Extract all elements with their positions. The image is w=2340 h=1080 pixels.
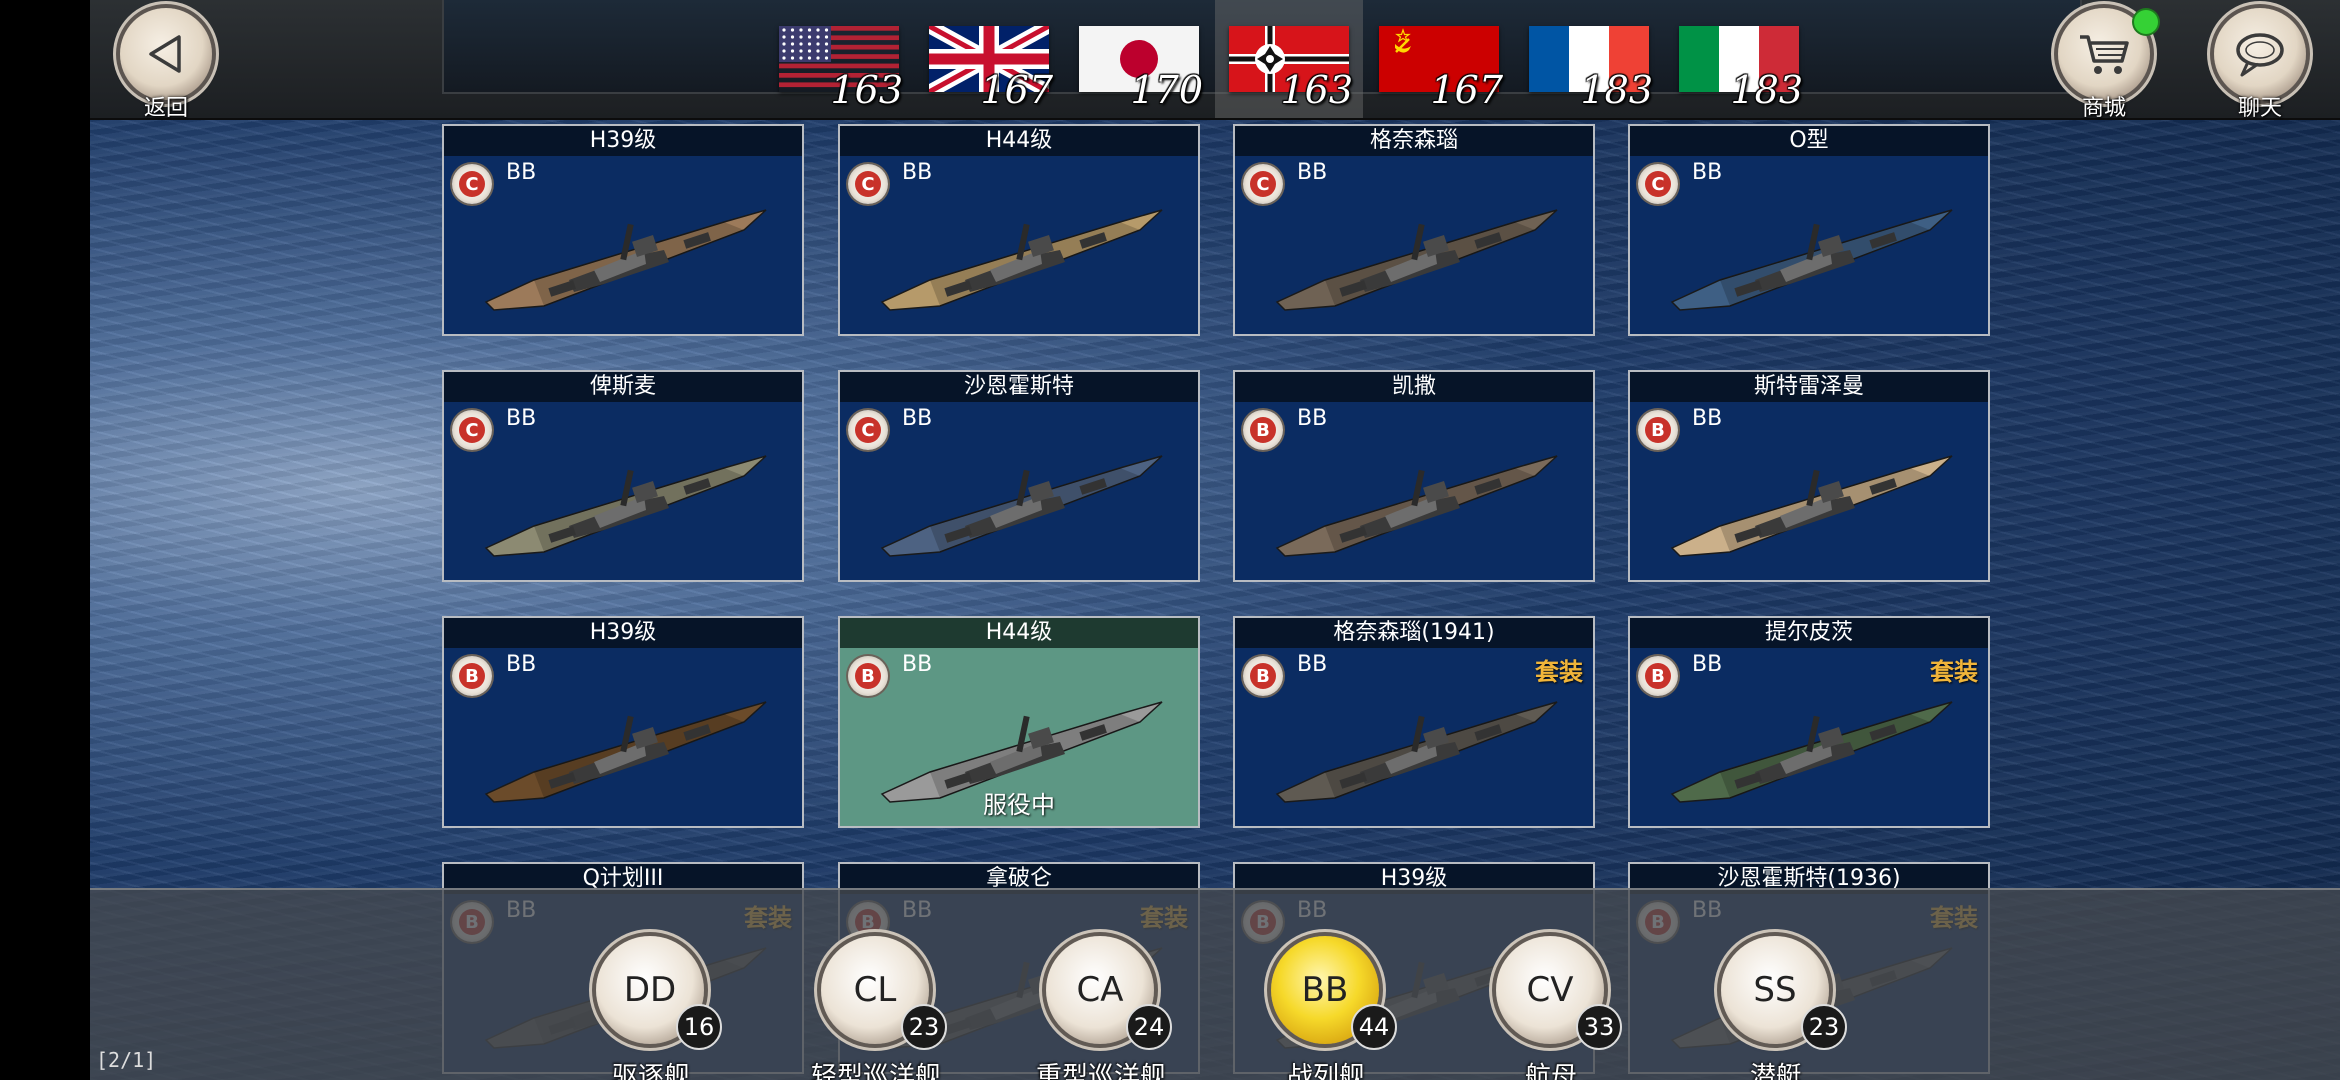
ship-type-count: 23 — [901, 1004, 947, 1050]
ship-card[interactable]: 俾斯麦 C BB — [442, 370, 804, 582]
chat-label: 聊天 — [2237, 96, 2282, 121]
ship-name: H39级 — [444, 618, 802, 648]
ship-type-label: BB — [506, 652, 537, 677]
chat-button[interactable] — [2214, 8, 2306, 100]
ship-type-name: 潜艇 — [1749, 1062, 1802, 1080]
ship-card[interactable]: 格奈森瑙(1941) B BB 套装 — [1233, 616, 1595, 828]
ship-name: 凯撒 — [1235, 372, 1593, 402]
ship-type-label: BB — [1692, 160, 1723, 185]
ship-type-bar: DD 16 驱逐舰 CL 23 轻型巡洋舰 CA 24 重型巡洋舰 BB 44 … — [90, 888, 2340, 1080]
ship-type-count: 24 — [1126, 1004, 1172, 1050]
ship-type-label: BB — [902, 406, 933, 431]
page-indicator: [2/1] — [96, 1048, 157, 1072]
battleship-icon — [1670, 209, 1953, 311]
nation-tab[interactable]: 170 — [1065, 0, 1213, 118]
ship-name: 提尔皮茨 — [1630, 618, 1988, 648]
ship-name: O型 — [1630, 126, 1988, 156]
ship-type-count: 33 — [1576, 1004, 1622, 1050]
ship-card[interactable]: 凯撒 B BB — [1233, 370, 1595, 582]
nation-tab[interactable]: 163 — [765, 0, 913, 118]
ship-name: 格奈森瑙(1941) — [1235, 618, 1593, 648]
battleship-icon — [484, 209, 767, 311]
nation-ship-count: 183 — [1730, 68, 1803, 112]
ship-card[interactable]: 沙恩霍斯特 C BB — [838, 370, 1200, 582]
ship-type-label: BB — [1297, 652, 1328, 677]
ship-card[interactable]: H39级 C BB — [442, 124, 804, 336]
back-button[interactable] — [120, 8, 212, 100]
ship-type-count: 23 — [1801, 1004, 1847, 1050]
nation-tab[interactable]: 163 — [1215, 0, 1363, 118]
battleship-icon — [1275, 701, 1558, 803]
ship-type-count: 44 — [1351, 1004, 1397, 1050]
nation-ship-count: 167 — [980, 68, 1053, 112]
notification-dot — [2134, 10, 2158, 34]
nation-ship-count: 163 — [1280, 68, 1353, 112]
ship-card[interactable]: 斯特雷泽曼 B BB — [1628, 370, 1990, 582]
in-service-label: 服役中 — [983, 791, 1055, 819]
nation-ship-count: 167 — [1430, 68, 1503, 112]
ship-type-label: BB — [1297, 160, 1328, 185]
ship-card[interactable]: 格奈森瑙 C BB — [1233, 124, 1595, 336]
game-screen: 返回 163 167 170 163 167 183 183 商城 聊天 H39级 C — [90, 0, 2340, 1080]
cart-icon — [2080, 35, 2129, 74]
ship-card[interactable]: H44级 C BB — [838, 124, 1200, 336]
nation-ship-count: 163 — [830, 68, 903, 112]
nation-tab[interactable]: 167 — [1365, 0, 1513, 118]
chat-bubble-icon — [2236, 33, 2284, 77]
battleship-icon — [1670, 455, 1953, 557]
nation-ship-count: 183 — [1580, 68, 1653, 112]
ship-type-label: BB — [506, 406, 537, 431]
shop-label: 商城 — [2081, 96, 2126, 121]
ship-type-label: BB — [902, 652, 933, 677]
nation-tab[interactable]: 183 — [1665, 0, 1813, 118]
battleship-icon — [880, 209, 1163, 311]
ship-type-label: BB — [506, 160, 537, 185]
back-arrow-icon — [149, 35, 181, 73]
battleship-icon — [1275, 209, 1558, 311]
ship-name: H44级 — [840, 126, 1198, 156]
nation-tab[interactable]: 183 — [1515, 0, 1663, 118]
ship-card[interactable]: O型 C BB — [1628, 124, 1990, 336]
ship-name: 俾斯麦 — [444, 372, 802, 402]
top-bar: 返回 163 167 170 163 167 183 183 商城 聊天 — [90, 0, 2340, 121]
ship-card[interactable]: H39级 B BB — [442, 616, 804, 828]
battleship-icon — [484, 701, 767, 803]
ship-name: 格奈森瑙 — [1235, 126, 1593, 156]
ship-name: H39级 — [444, 126, 802, 156]
battleship-icon — [880, 455, 1163, 557]
battleship-icon — [1275, 455, 1558, 557]
ship-card[interactable]: 提尔皮茨 B BB 套装 — [1628, 616, 1990, 828]
ship-card[interactable]: H44级 B BB 服役中 — [838, 616, 1200, 828]
back-label: 返回 — [143, 96, 188, 121]
battleship-icon — [1670, 701, 1953, 803]
ship-type-label: BB — [902, 160, 933, 185]
ship-name: 沙恩霍斯特 — [840, 372, 1198, 402]
ship-type-label: BB — [1692, 406, 1723, 431]
battleship-icon — [484, 455, 767, 557]
nation-tab[interactable]: 167 — [915, 0, 1063, 118]
ship-type-label: BB — [1297, 406, 1328, 431]
ship-name: 斯特雷泽曼 — [1630, 372, 1988, 402]
ship-type-count: 16 — [676, 1004, 722, 1050]
ship-name: H44级 — [840, 618, 1198, 648]
ship-type-label: BB — [1692, 652, 1723, 677]
nation-ship-count: 170 — [1130, 68, 1203, 112]
